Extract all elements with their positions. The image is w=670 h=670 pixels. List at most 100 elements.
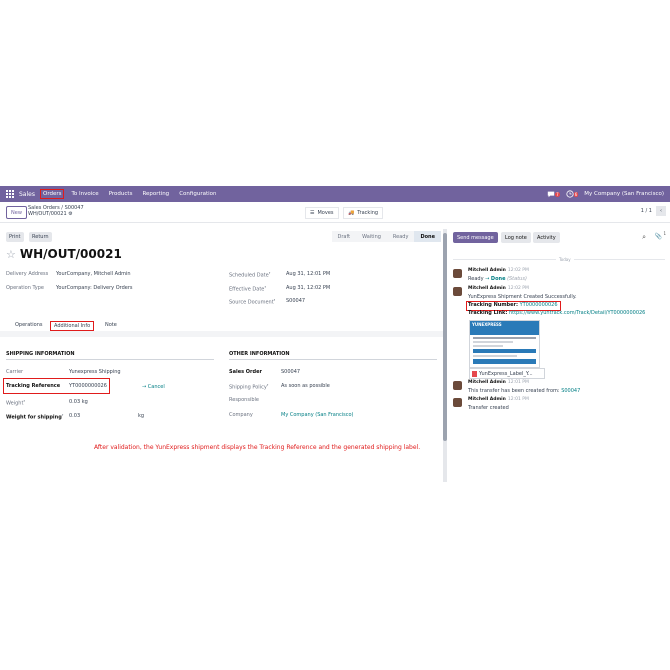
apps-menu-icon[interactable]: [6, 190, 14, 198]
status-done[interactable]: Done: [414, 231, 441, 242]
menu-to-invoice[interactable]: To Invoice: [69, 190, 100, 198]
attachment-item[interactable]: YunExpress_Label_Y...: [469, 368, 545, 379]
status-bar: Draft Waiting Ready Done: [331, 231, 441, 242]
author-avatar[interactable]: [453, 381, 462, 390]
carrier-row: Carrier Yunexpress Shipping: [6, 369, 121, 375]
pager-value[interactable]: 1 / 1: [641, 208, 652, 214]
caption: After validation, the YunExpress shipmen…: [94, 444, 421, 451]
weight-shipping-value[interactable]: 0.03: [69, 413, 80, 419]
log-note-button[interactable]: Log note: [501, 232, 531, 243]
message-time: 12:01 PM: [507, 380, 529, 385]
tracking-link[interactable]: https://www.yuntrack.com/Track/Detail/YT…: [509, 310, 645, 316]
message-time: 12:02 PM: [507, 268, 529, 273]
carrier-value[interactable]: Yunexpress Shipping: [69, 369, 121, 375]
shipping-policy-label: Shipping Policy: [229, 384, 267, 391]
tracking-reference-value[interactable]: YT0000000026: [69, 383, 107, 389]
operation-type-label: Operation Type: [6, 285, 44, 291]
control-panel: New Sales Orders / S00047 WH/OUT/00021 ⚙…: [0, 202, 670, 223]
menu-reporting[interactable]: Reporting: [140, 190, 171, 198]
send-message-button[interactable]: Send message: [453, 232, 498, 243]
app-name[interactable]: Sales: [19, 191, 35, 198]
return-button[interactable]: Return: [29, 232, 52, 242]
gear-icon[interactable]: ⚙: [68, 211, 72, 217]
tab-additional-info[interactable]: Additional Info: [50, 321, 95, 331]
label-brand: YUNEXPRESS: [470, 321, 539, 335]
effective-date-row: Effective Date? Aug 31, 12:02 PM: [229, 285, 331, 293]
origin-link[interactable]: S00047: [561, 388, 580, 394]
message-author: Mitchell Admin 12:01 PM: [468, 380, 529, 385]
shipment-created-text: YunExpress Shipment Created Successfully…: [468, 294, 577, 300]
chat-count-badge: 7: [555, 191, 560, 197]
weight-shipping-label: Weight for shipping: [6, 414, 62, 421]
source-document-row: Source Document? S00047: [229, 298, 306, 306]
tracking-label: Tracking: [357, 210, 379, 216]
tab-note[interactable]: Note: [102, 321, 120, 329]
pager: 1 / 1 ‹: [641, 206, 666, 216]
company-label: Company: [229, 412, 253, 418]
effective-date-value[interactable]: Aug 31, 12:02 PM: [286, 285, 330, 291]
tracking-smart-button[interactable]: 🚚 Tracking: [343, 207, 384, 219]
chatter: Send message Log note Activity ⌕ 📎 1 Tod…: [450, 223, 670, 482]
author-avatar[interactable]: [453, 269, 462, 278]
moves-smart-button[interactable]: ☰ Moves: [305, 207, 339, 219]
operation-type-value[interactable]: YourCompany: Delivery Orders: [56, 285, 133, 291]
status-draft[interactable]: Draft: [331, 231, 357, 242]
weight-value: 0.03 kg: [69, 399, 88, 405]
attachment-name: YunExpress_Label_Y...: [479, 370, 533, 377]
sales-order-label: Sales Order: [229, 369, 262, 375]
activity-clock-icon[interactable]: [566, 190, 574, 198]
other-info-heading: OTHER INFORMATION: [229, 351, 290, 357]
other-heading-divider: [229, 359, 437, 360]
source-document-label: Source Document: [229, 299, 274, 306]
scheduled-date-row: Scheduled Date? Aug 31, 12:01 PM: [229, 271, 331, 279]
transfer-origin-text: This transfer has been created from: S00…: [468, 388, 581, 394]
search-icon[interactable]: ⌕: [642, 233, 646, 242]
menu-orders[interactable]: Orders: [40, 189, 65, 199]
tab-operations[interactable]: Operations: [12, 321, 46, 329]
message-author: Mitchell Admin 12:02 PM: [468, 286, 529, 291]
responsible-row: Responsible: [229, 397, 259, 403]
paperclip-icon[interactable]: 📎: [655, 233, 662, 240]
pdf-file-icon: [472, 370, 477, 377]
label-preview-image[interactable]: YUNEXPRESS: [469, 320, 540, 368]
scheduled-date-value[interactable]: Aug 31, 12:01 PM: [286, 271, 330, 277]
sales-order-value[interactable]: S00047: [281, 369, 300, 375]
status-ready[interactable]: Ready: [386, 231, 415, 242]
weight-shipping-unit: kg: [138, 413, 145, 419]
delivery-address-label: Delivery Address: [6, 271, 49, 277]
breadcrumb-current: WH/OUT/00021: [28, 211, 67, 217]
carrier-label: Carrier: [6, 369, 24, 375]
print-button[interactable]: Print: [6, 232, 24, 242]
record-title: WH/OUT/00021: [19, 247, 122, 261]
shipping-heading-divider: [6, 359, 214, 360]
message-time: 12:02 PM: [507, 286, 529, 291]
delivery-address-row: Delivery Address YourCompany, Mitchell A…: [6, 271, 131, 277]
delivery-address-value[interactable]: YourCompany, Mitchell Admin: [56, 271, 131, 277]
app-window: Sales Orders To Invoice Products Reporti…: [0, 186, 670, 482]
cancel-shipment-button[interactable]: → Cancel: [142, 384, 165, 390]
activity-button[interactable]: Activity: [533, 232, 560, 243]
truck-icon: 🚚: [348, 210, 355, 216]
new-button[interactable]: New: [6, 206, 27, 219]
menu-products[interactable]: Products: [107, 190, 135, 198]
star-icon[interactable]: ☆: [6, 248, 16, 261]
record-title-row: ☆ WH/OUT/00021: [6, 247, 122, 261]
moves-label: Moves: [317, 210, 334, 216]
author-avatar[interactable]: [453, 398, 462, 407]
shipping-policy-value[interactable]: As soon as possible: [281, 383, 330, 389]
author-avatar[interactable]: [453, 287, 462, 296]
responsible-label: Responsible: [229, 397, 259, 403]
source-document-value[interactable]: S00047: [286, 298, 305, 304]
status-waiting[interactable]: Waiting: [356, 231, 387, 242]
form-scrollbar[interactable]: [443, 229, 447, 482]
company-value[interactable]: My Company (San Francisco): [281, 412, 354, 418]
status-change-text: Ready → Done (Status): [468, 276, 527, 282]
company-switcher[interactable]: My Company (San Francisco): [584, 191, 664, 197]
scheduled-date-label: Scheduled Date: [229, 272, 269, 279]
tracking-reference-label: Tracking Reference: [6, 383, 61, 389]
activity-count-badge: 6: [573, 191, 579, 197]
chevron-left-icon[interactable]: ‹: [656, 206, 666, 216]
message-time: 12:01 PM: [507, 397, 529, 402]
chat-icon[interactable]: [547, 190, 555, 198]
menu-configuration[interactable]: Configuration: [177, 190, 218, 198]
